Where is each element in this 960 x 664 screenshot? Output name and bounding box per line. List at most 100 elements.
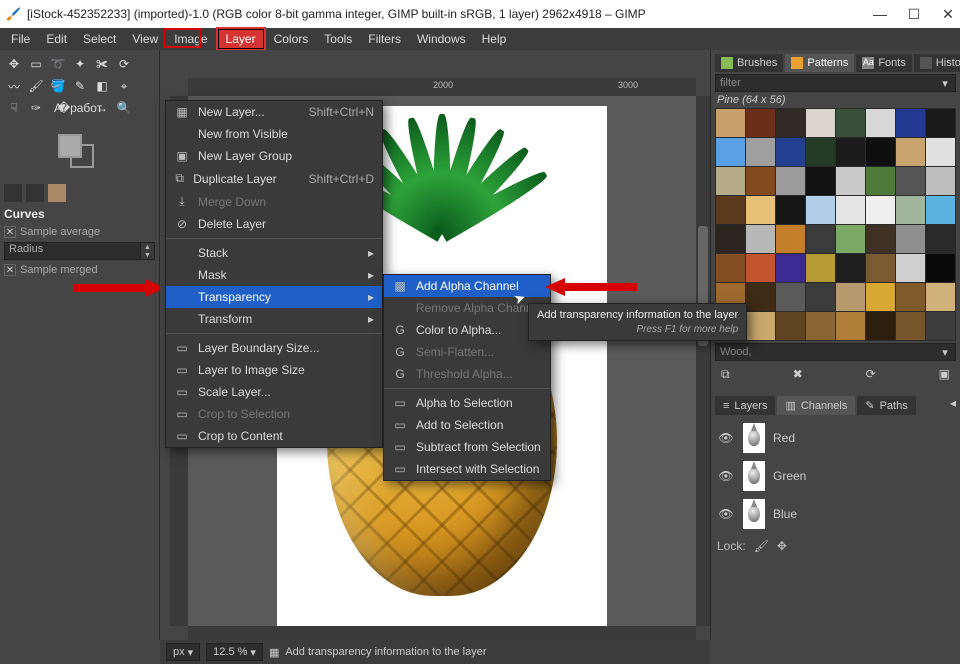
lock-position-icon[interactable]: ✥: [777, 539, 787, 553]
sample-merged-checkbox[interactable]: ✕: [4, 264, 16, 276]
pattern-swatch[interactable]: [746, 196, 775, 224]
pattern-swatch[interactable]: [806, 225, 835, 253]
pattern-swatch[interactable]: [836, 254, 865, 282]
layer-menu-item[interactable]: Transparency▸: [166, 286, 382, 308]
pattern-grid[interactable]: [715, 108, 956, 341]
pattern-swatch[interactable]: [836, 109, 865, 137]
tool-pencil-icon[interactable]: ✎: [70, 76, 90, 96]
pattern-swatch[interactable]: [746, 312, 775, 340]
device-status-tab-icon[interactable]: [26, 184, 44, 202]
color-swatches[interactable]: [50, 134, 110, 170]
layer-menu-item[interactable]: Transform▸: [166, 308, 382, 330]
pattern-swatch[interactable]: [926, 138, 955, 166]
window-minimize-button[interactable]: —: [874, 8, 886, 20]
tool-move-icon[interactable]: ✥: [4, 54, 24, 74]
lock-pixels-icon[interactable]: 🖌: [754, 539, 769, 553]
visibility-toggle-icon[interactable]: 👁: [717, 507, 735, 521]
pattern-swatch[interactable]: [926, 109, 955, 137]
window-maximize-button[interactable]: ☐: [908, 8, 920, 20]
status-zoom-selector[interactable]: 12.5 %▾: [206, 643, 263, 661]
tab-layers[interactable]: ≡Layers: [715, 396, 775, 415]
ruler-horizontal[interactable]: 2000 3000: [188, 78, 696, 96]
pattern-swatch[interactable]: [746, 225, 775, 253]
pattern-delete-button[interactable]: ✖: [793, 367, 803, 382]
pattern-swatch[interactable]: [746, 254, 775, 282]
tab-brushes[interactable]: Brushes: [715, 54, 783, 72]
pattern-swatch[interactable]: [866, 254, 895, 282]
pattern-swatch[interactable]: [896, 254, 925, 282]
menu-edit[interactable]: Edit: [38, 29, 75, 49]
layer-menu-item[interactable]: ▭Crop to Content: [166, 425, 382, 447]
pattern-selected-dropdown[interactable]: Wood, ▾: [715, 343, 956, 361]
pattern-filter-input[interactable]: filter ▾: [715, 74, 956, 92]
pattern-swatch[interactable]: [746, 109, 775, 137]
menu-layer[interactable]: Layer: [216, 27, 266, 51]
tool-clone-icon[interactable]: ⌖: [114, 76, 134, 96]
channel-row-blue[interactable]: 👁 Blue: [715, 495, 956, 533]
pattern-swatch[interactable]: [716, 167, 745, 195]
tool-picker-icon[interactable]: �работ: [70, 98, 90, 118]
pattern-swatch[interactable]: [896, 196, 925, 224]
window-close-button[interactable]: ✕: [942, 8, 954, 20]
pattern-swatch[interactable]: [806, 138, 835, 166]
tool-rotate-icon[interactable]: ⟳: [114, 54, 134, 74]
pattern-swatch[interactable]: [836, 225, 865, 253]
pattern-swatch[interactable]: [716, 109, 745, 137]
pattern-swatch[interactable]: [926, 254, 955, 282]
layer-menu-item[interactable]: ▭Layer to Image Size: [166, 359, 382, 381]
pattern-swatch[interactable]: [866, 225, 895, 253]
pattern-swatch[interactable]: [806, 196, 835, 224]
layer-menu-item[interactable]: ⧉Duplicate LayerShift+Ctrl+D: [166, 167, 382, 190]
layer-menu-item[interactable]: Stack▸: [166, 242, 382, 264]
pattern-swatch[interactable]: [926, 196, 955, 224]
pattern-swatch[interactable]: [806, 283, 835, 311]
pattern-swatch[interactable]: [836, 138, 865, 166]
pattern-swatch[interactable]: [836, 167, 865, 195]
tool-free-select-icon[interactable]: ➰: [48, 54, 68, 74]
transparency-menu-item[interactable]: GColor to Alpha...: [384, 319, 550, 341]
pattern-swatch[interactable]: [806, 312, 835, 340]
canvas-scrollbar-horizontal[interactable]: [188, 626, 696, 640]
layer-menu-item[interactable]: ▭Layer Boundary Size...: [166, 337, 382, 359]
layer-menu-item[interactable]: ▭Scale Layer...: [166, 381, 382, 403]
canvas-scrollbar-vertical[interactable]: [696, 96, 710, 626]
menu-windows[interactable]: Windows: [409, 29, 474, 49]
pattern-swatch[interactable]: [926, 167, 955, 195]
tool-path-icon[interactable]: ✑: [26, 98, 46, 118]
pattern-refresh-button[interactable]: ⟳: [866, 367, 876, 382]
pattern-open-button[interactable]: ▣: [939, 367, 950, 382]
tool-options-tab-icon[interactable]: [4, 184, 22, 202]
pattern-swatch[interactable]: [926, 312, 955, 340]
tool-fuzzy-select-icon[interactable]: ✦: [70, 54, 90, 74]
pattern-swatch[interactable]: [896, 283, 925, 311]
pattern-swatch[interactable]: [776, 196, 805, 224]
status-unit-selector[interactable]: px▾: [166, 643, 200, 661]
tab-patterns[interactable]: Patterns: [785, 54, 854, 72]
tool-crop-icon[interactable]: ✀: [92, 54, 112, 74]
menu-view[interactable]: View: [124, 29, 166, 49]
tool-warp-icon[interactable]: 〰: [4, 76, 24, 96]
layer-menu-item[interactable]: ▣New Layer Group: [166, 145, 382, 167]
tool-measure-icon[interactable]: ↔: [92, 98, 112, 118]
menu-help[interactable]: Help: [474, 29, 515, 49]
pattern-swatch[interactable]: [776, 138, 805, 166]
pattern-swatch[interactable]: [776, 283, 805, 311]
tool-zoom-icon[interactable]: 🔍: [114, 98, 134, 118]
pattern-swatch[interactable]: [716, 225, 745, 253]
pattern-swatch[interactable]: [746, 167, 775, 195]
tab-channels[interactable]: ▥Channels: [777, 396, 855, 415]
tool-rect-select-icon[interactable]: ▭: [26, 54, 46, 74]
pattern-swatch[interactable]: [776, 312, 805, 340]
transparency-menu-item[interactable]: ▭Add to Selection: [384, 414, 550, 436]
pattern-swatch[interactable]: [866, 167, 895, 195]
menu-colors[interactable]: Colors: [266, 29, 317, 49]
pattern-swatch[interactable]: [896, 167, 925, 195]
pattern-swatch[interactable]: [836, 283, 865, 311]
tab-fonts[interactable]: AaFonts: [856, 54, 912, 72]
pattern-swatch[interactable]: [806, 254, 835, 282]
pattern-swatch[interactable]: [776, 167, 805, 195]
layer-menu-item[interactable]: ⊘Delete Layer: [166, 213, 382, 235]
dock-menu-button[interactable]: ◂: [950, 396, 956, 415]
menu-tools[interactable]: Tools: [316, 29, 360, 49]
tool-eraser-icon[interactable]: ◧: [92, 76, 112, 96]
